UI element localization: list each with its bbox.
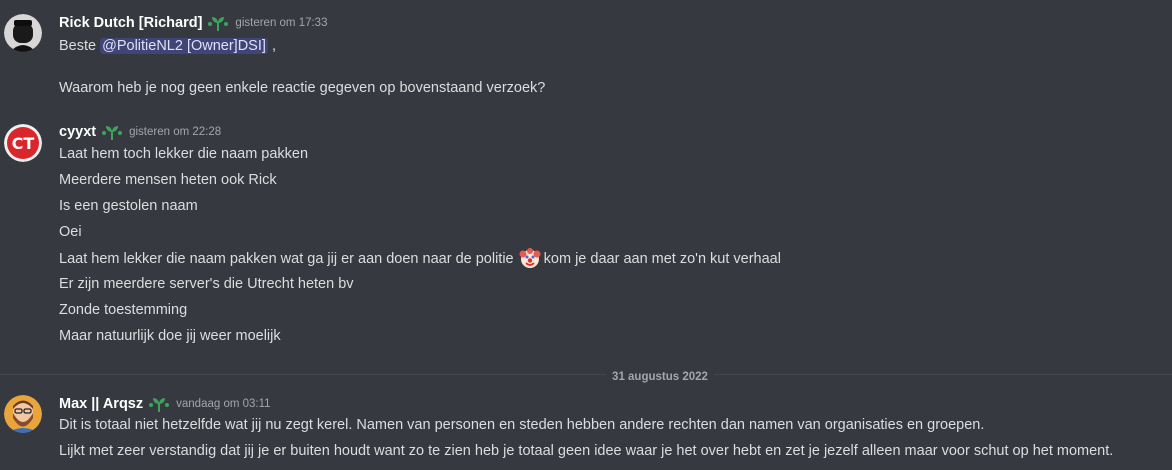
username[interactable]: cyyxt xyxy=(59,124,96,140)
message-line: Waarom heb je nog geen enkele reactie ge… xyxy=(59,80,546,96)
message-line: Laat hem toch lekker die naam pakken xyxy=(59,146,309,162)
date-divider-label: 31 augustus 2022 xyxy=(606,370,714,384)
text-segment: Laat hem lekker die naam pakken wat ga j… xyxy=(59,251,514,267)
chat-messages: Rick Dutch [Richard] gisteren om 17:33 B… xyxy=(0,0,1172,470)
text-segment: kom je daar aan met zo'n kut verhaal xyxy=(543,251,781,267)
message-line: Oei xyxy=(59,224,82,240)
message-line: Laat hem lekker die naam pakken wat ga j… xyxy=(59,247,781,269)
avatar[interactable] xyxy=(4,14,42,52)
avatar-text: CT xyxy=(12,134,35,153)
date-divider: 31 augustus 2022 xyxy=(0,367,1172,384)
clown-face-emoji[interactable] xyxy=(519,247,541,269)
user-avatar-icon xyxy=(4,14,42,52)
sprout-badge-icon[interactable] xyxy=(207,14,229,32)
username[interactable]: Rick Dutch [Richard] xyxy=(59,15,202,31)
sprout-badge-icon[interactable] xyxy=(101,123,123,141)
message-line: Maar natuurlijk doe jij weer moelijk xyxy=(59,328,281,344)
message-line: Zonde toestemming xyxy=(59,302,188,318)
message-header: cyyxt gisteren om 22:28 xyxy=(59,122,221,142)
message-line: Meerdere mensen heten ook Rick xyxy=(59,172,277,188)
ct-logo-avatar-icon: CT xyxy=(4,124,42,162)
timestamp: gisteren om 22:28 xyxy=(129,126,222,138)
timestamp: gisteren om 17:33 xyxy=(235,17,328,29)
message-line: Er zijn meerdere server's die Utrecht he… xyxy=(59,276,354,292)
avatar[interactable]: CT xyxy=(4,124,42,162)
message-line: Beste @PolitieNL2 [Owner]DSI] , xyxy=(59,35,276,57)
message-header: Rick Dutch [Richard] gisteren om 17:33 xyxy=(59,13,327,33)
message-line: Lijkt met zeer verstandig dat jij je er … xyxy=(59,443,1114,459)
timestamp: vandaag om 03:11 xyxy=(176,398,271,410)
message-header: Max || Arqsz vandaag om 03:11 xyxy=(59,394,271,414)
message-line: Dit is totaal niet hetzelfde wat jij nu … xyxy=(59,417,985,433)
message-line: Is een gestolen naam xyxy=(59,198,198,214)
user-mention[interactable]: @PolitieNL2 [Owner]DSI] xyxy=(100,38,268,54)
bearded-man-avatar-icon xyxy=(4,395,42,433)
username[interactable]: Max || Arqsz xyxy=(59,396,143,412)
text-segment: , xyxy=(267,38,276,54)
avatar[interactable] xyxy=(4,395,42,433)
sprout-badge-icon[interactable] xyxy=(148,395,170,413)
text-segment: Beste xyxy=(59,38,101,54)
